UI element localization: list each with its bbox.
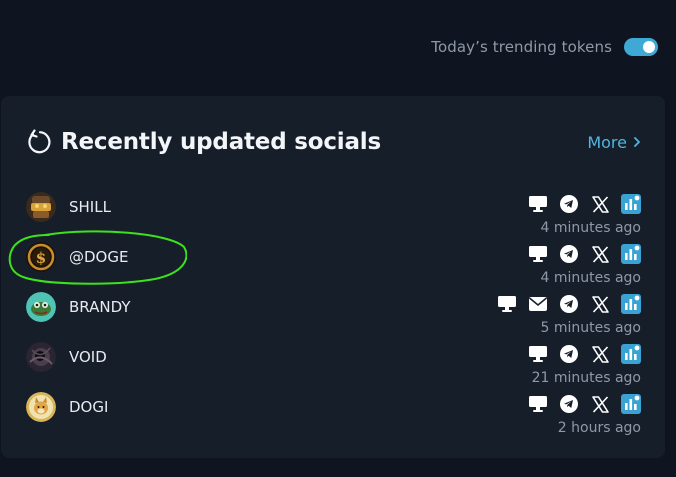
trending-toggle-row: Today’s trending tokens	[431, 38, 658, 56]
avatar	[26, 342, 56, 372]
token-name: BRANDY	[69, 298, 131, 316]
socials-list: SHILL 4 minutes ago $ @DOGE 4 minutes ag…	[25, 188, 641, 438]
trending-tokens-label: Today’s trending tokens	[431, 38, 612, 56]
dexscreener-icon[interactable]	[621, 394, 641, 414]
more-link[interactable]: More	[587, 133, 641, 152]
email-icon[interactable]	[528, 294, 548, 314]
time-ago: 4 minutes ago	[540, 220, 641, 236]
dexscreener-icon[interactable]	[621, 194, 641, 214]
svg-text:$: $	[36, 249, 46, 267]
time-ago: 4 minutes ago	[540, 270, 641, 286]
refresh-icon	[25, 129, 51, 155]
telegram-icon[interactable]	[559, 244, 579, 264]
list-item[interactable]: SHILL 4 minutes ago	[25, 188, 641, 238]
social-links	[528, 344, 641, 364]
social-links	[528, 244, 641, 264]
time-ago: 5 minutes ago	[540, 320, 641, 336]
telegram-icon[interactable]	[559, 344, 579, 364]
x-icon[interactable]	[590, 294, 610, 314]
monitor-icon[interactable]	[528, 394, 548, 414]
toggle-knob	[643, 41, 655, 53]
list-item[interactable]: DOGI 2 hours ago	[25, 388, 641, 438]
more-label: More	[587, 132, 627, 152]
token-name: VOID	[69, 348, 107, 366]
avatar	[26, 392, 56, 422]
time-ago: 2 hours ago	[557, 420, 641, 436]
x-icon[interactable]	[590, 244, 610, 264]
monitor-icon[interactable]	[497, 294, 517, 314]
social-links	[528, 194, 641, 214]
dexscreener-icon[interactable]	[621, 244, 641, 264]
avatar	[26, 292, 56, 322]
chevron-right-icon	[633, 133, 641, 152]
dexscreener-icon[interactable]	[621, 294, 641, 314]
avatar: $	[26, 242, 56, 272]
telegram-icon[interactable]	[559, 294, 579, 314]
list-item[interactable]: BRANDY 5 minutes ago	[25, 288, 641, 338]
telegram-icon[interactable]	[559, 194, 579, 214]
token-name: DOGI	[69, 398, 109, 416]
token-name: SHILL	[69, 198, 111, 216]
monitor-icon[interactable]	[528, 194, 548, 214]
time-ago: 21 minutes ago	[531, 370, 641, 386]
card-header: Recently updated socials More	[25, 122, 641, 162]
x-icon[interactable]	[590, 194, 610, 214]
x-icon[interactable]	[590, 344, 610, 364]
social-links	[528, 394, 641, 414]
monitor-icon[interactable]	[528, 244, 548, 264]
card-title: Recently updated socials	[61, 129, 381, 155]
monitor-icon[interactable]	[528, 344, 548, 364]
social-links	[497, 294, 641, 314]
avatar	[26, 192, 56, 222]
page: Today’s trending tokens Recently updated…	[0, 0, 676, 477]
x-icon[interactable]	[590, 394, 610, 414]
recently-updated-socials-card: Recently updated socials More SHILL 4 mi…	[1, 96, 665, 458]
title-wrap: Recently updated socials	[25, 129, 381, 155]
telegram-icon[interactable]	[559, 394, 579, 414]
dexscreener-icon[interactable]	[621, 344, 641, 364]
trending-tokens-toggle[interactable]	[624, 38, 658, 56]
list-item[interactable]: VOID 21 minutes ago	[25, 338, 641, 388]
token-name: @DOGE	[69, 248, 129, 266]
list-item[interactable]: $ @DOGE 4 minutes ago	[25, 238, 641, 288]
